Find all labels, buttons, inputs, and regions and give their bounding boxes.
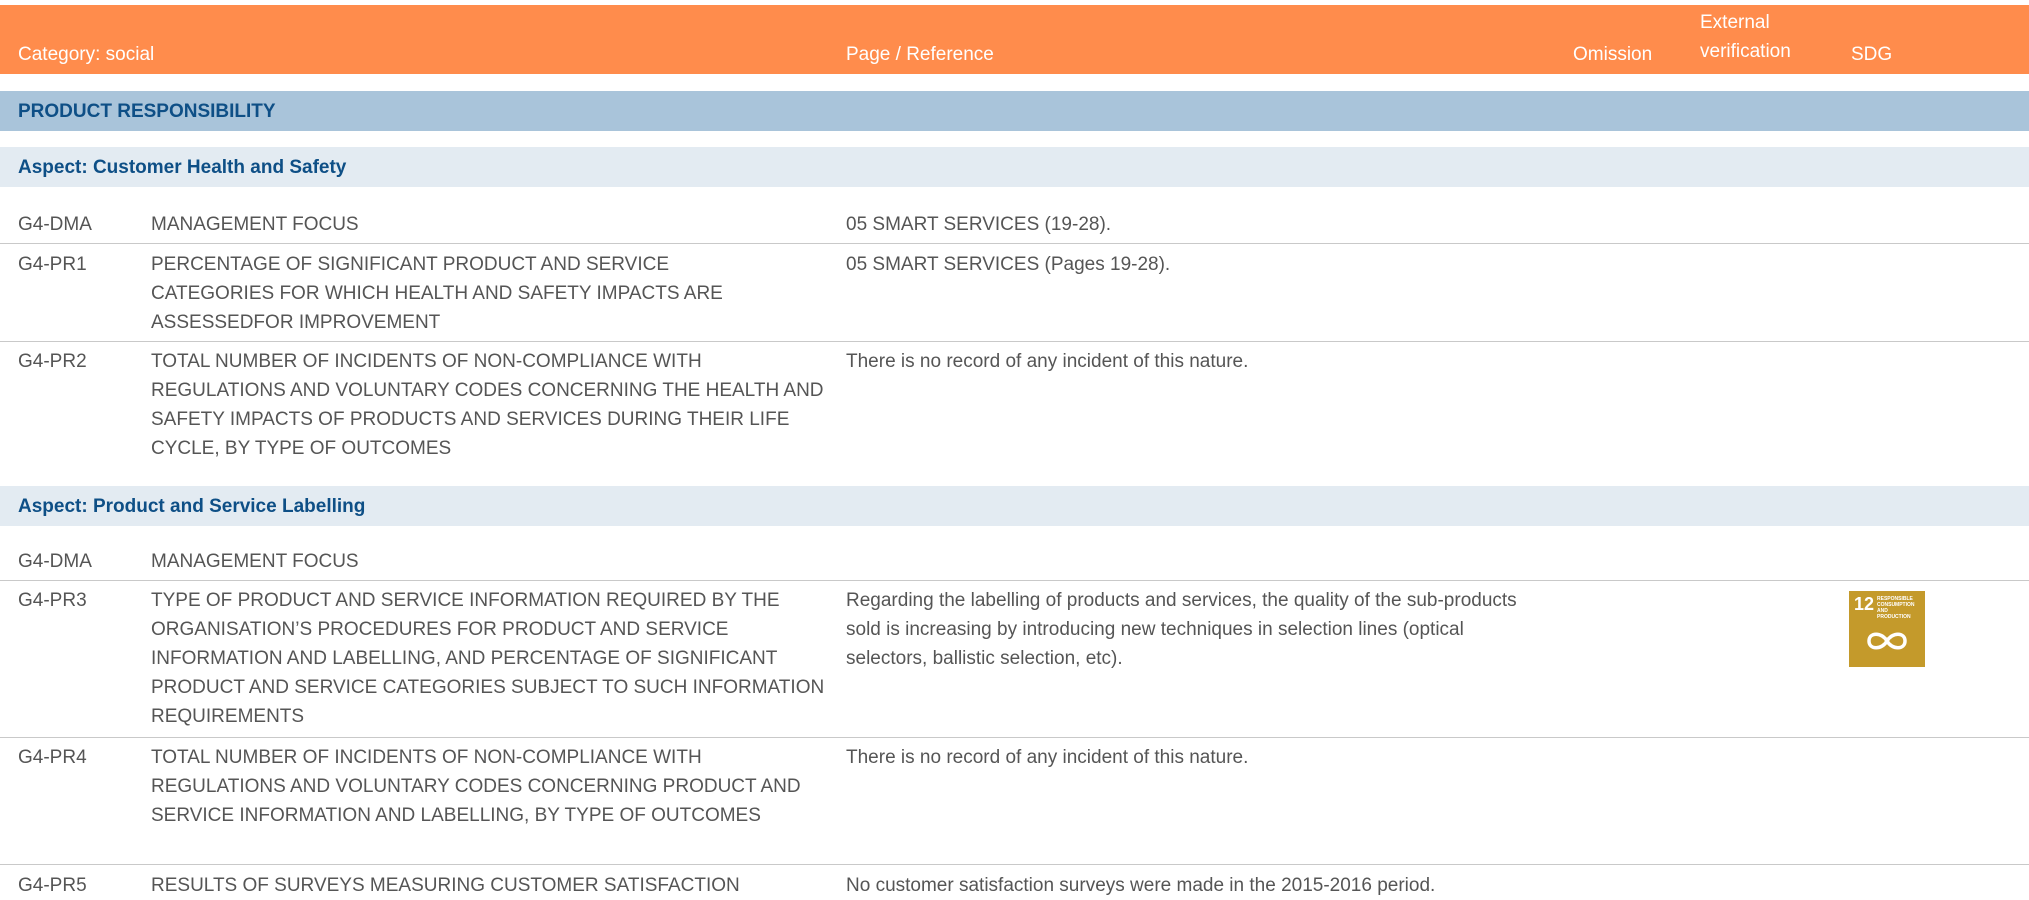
indicator-code: G4-PR3: [18, 590, 87, 611]
indicator-code: G4-PR1: [18, 254, 87, 275]
aspect-title: Aspect: Customer Health and Safety: [18, 157, 347, 178]
row-divider: [0, 864, 2029, 865]
indicator-reference: 05 SMART SERVICES (19-28).: [846, 214, 1112, 235]
header-sdg: SDG: [1851, 44, 1893, 65]
indicator-description: MANAGEMENT FOCUS: [151, 551, 359, 572]
row-divider: [0, 580, 2029, 581]
header-category: Category: social: [18, 44, 155, 65]
aspect-customer-health-safety: Aspect: Customer Health and Safety: [0, 147, 2029, 187]
section-title: PRODUCT RESPONSIBILITY: [18, 101, 276, 122]
indicator-reference: There is no record of any incident of th…: [846, 747, 1249, 768]
aspect-product-service-labelling: Aspect: Product and Service Labelling: [0, 486, 2029, 526]
indicator-description: MANAGEMENT FOCUS: [151, 214, 359, 235]
row-divider: [0, 341, 2029, 342]
indicator-description: TOTAL NUMBER OF INCIDENTS OF NON-COMPLIA…: [151, 351, 824, 459]
header-external-line2: verification: [1700, 41, 1791, 62]
header-omission: Omission: [1573, 44, 1653, 65]
indicator-code: G4-DMA: [18, 551, 92, 572]
indicator-reference: Regarding the labelling of products and …: [846, 590, 1517, 669]
aspect-title: Aspect: Product and Service Labelling: [18, 496, 366, 517]
header-external-verification: External verification: [1700, 8, 1791, 66]
header-external-line1: External: [1700, 12, 1770, 33]
row-divider: [0, 737, 2029, 738]
sdg-title-line3: AND PRODUCTION: [1877, 608, 1911, 620]
indicator-description: TOTAL NUMBER OF INCIDENTS OF NON-COMPLIA…: [151, 747, 801, 826]
indicator-reference: There is no record of any incident of th…: [846, 351, 1249, 372]
sdg-12-badge: 12 RESPONSIBLE CONSUMPTION AND PRODUCTIO…: [1849, 591, 1925, 667]
indicator-description: PERCENTAGE OF SIGNIFICANT PRODUCT AND SE…: [151, 254, 723, 333]
indicator-code: G4-PR2: [18, 351, 87, 372]
row-divider: [0, 243, 2029, 244]
sdg-title: RESPONSIBLE CONSUMPTION AND PRODUCTION: [1877, 596, 1921, 620]
header-page-reference: Page / Reference: [846, 44, 994, 65]
table-header: Category: social Page / Reference Omissi…: [0, 5, 2029, 74]
indicator-description: TYPE OF PRODUCT AND SERVICE INFORMATION …: [151, 590, 825, 727]
indicator-code: G4-PR4: [18, 747, 87, 768]
sdg-number: 12: [1854, 594, 1875, 614]
indicator-reference: 05 SMART SERVICES (Pages 19-28).: [846, 254, 1171, 275]
infinity-icon: [1867, 632, 1907, 650]
indicator-code: G4-DMA: [18, 214, 92, 235]
section-product-responsibility: PRODUCT RESPONSIBILITY: [0, 91, 2029, 131]
